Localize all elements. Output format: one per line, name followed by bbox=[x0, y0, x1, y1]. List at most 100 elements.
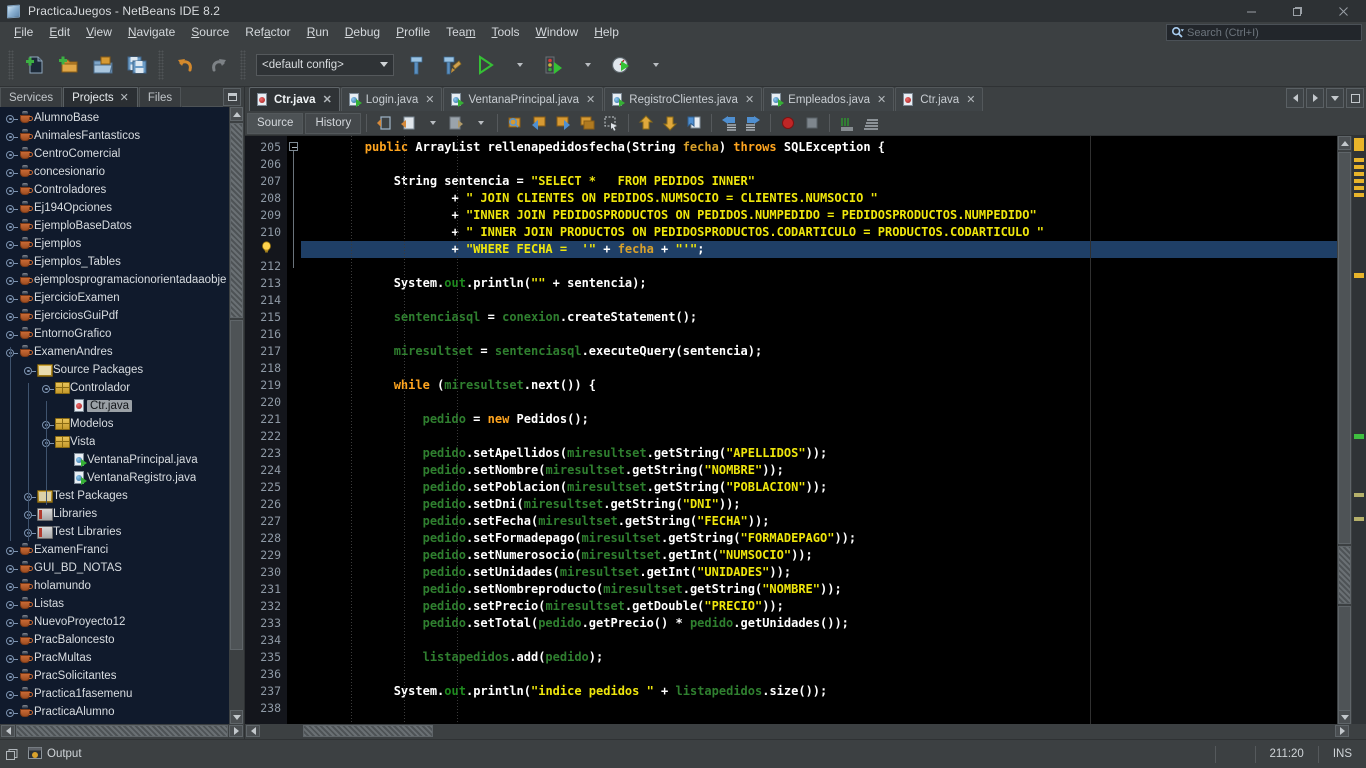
tree-item[interactable]: ejemplosprogramacionorientadaaobje bbox=[0, 271, 244, 289]
find-selection-button[interactable] bbox=[503, 112, 527, 134]
build-project-button[interactable] bbox=[400, 48, 434, 82]
search-input[interactable]: Search (Ctrl+I) bbox=[1187, 27, 1259, 39]
tree-expander-collapsed[interactable] bbox=[42, 419, 54, 430]
tree-item[interactable]: PracBaloncesto bbox=[0, 631, 244, 649]
tree-item[interactable]: Test Libraries bbox=[0, 523, 244, 541]
tree-expander-collapsed[interactable] bbox=[6, 653, 18, 664]
tree-item[interactable]: Modelos bbox=[0, 415, 244, 433]
debug-project-button[interactable] bbox=[536, 48, 570, 82]
tree-item[interactable]: AnimalesFantasticos bbox=[0, 127, 244, 145]
menu-file[interactable]: File bbox=[6, 23, 41, 42]
annotation-mark[interactable] bbox=[1354, 517, 1364, 521]
annotation-mark[interactable] bbox=[1354, 165, 1364, 169]
tree-expander-collapsed[interactable] bbox=[6, 563, 18, 574]
tree-expander-collapsed[interactable] bbox=[6, 581, 18, 592]
tree-expander-collapsed[interactable] bbox=[6, 293, 18, 304]
tree-item[interactable]: Listas bbox=[0, 595, 244, 613]
minimize-window-button[interactable] bbox=[223, 88, 241, 106]
tree-expander-collapsed[interactable] bbox=[6, 617, 18, 628]
menu-run[interactable]: Run bbox=[299, 23, 337, 42]
toggle-breakpoint-button[interactable] bbox=[776, 112, 800, 134]
menu-navigate[interactable]: Navigate bbox=[120, 23, 183, 42]
tree-horizontal-scrollbar[interactable] bbox=[0, 724, 244, 739]
close-icon[interactable]: ✕ bbox=[745, 93, 754, 106]
project-tree[interactable]: AlumnoBase AnimalesFantasticos CentroComer… bbox=[0, 107, 244, 724]
editor-horizontal-scrollbar[interactable] bbox=[245, 724, 1366, 739]
annotation-mark[interactable] bbox=[1354, 179, 1364, 183]
tree-item[interactable]: EntornoGrafico bbox=[0, 325, 244, 343]
annotation-mark[interactable] bbox=[1354, 193, 1364, 197]
project-configuration-select[interactable]: <default config> bbox=[256, 53, 394, 76]
tree-item[interactable]: Practica1fasemenu bbox=[0, 685, 244, 703]
tree-item[interactable]: VentanaPrincipal.java bbox=[0, 451, 244, 469]
tree-item[interactable]: Test Packages bbox=[0, 487, 244, 505]
menu-debug[interactable]: Debug bbox=[337, 23, 388, 42]
editor-vertical-scrollbar[interactable] bbox=[1337, 136, 1352, 728]
annotation-mark[interactable] bbox=[1354, 493, 1364, 497]
tree-expander-collapsed[interactable] bbox=[6, 113, 18, 124]
tree-item[interactable]: Controlador bbox=[0, 379, 244, 397]
tree-item[interactable]: Ejemplos_Tables bbox=[0, 253, 244, 271]
tree-expander-expanded[interactable] bbox=[42, 383, 54, 394]
close-icon[interactable]: ✕ bbox=[120, 91, 129, 104]
tree-item[interactable]: AlumnoBase bbox=[0, 109, 244, 127]
open-project-button[interactable] bbox=[86, 48, 120, 82]
tree-expander-collapsed[interactable] bbox=[6, 275, 18, 286]
annotation-mark[interactable] bbox=[1354, 273, 1364, 278]
find-previous-button[interactable] bbox=[527, 112, 551, 134]
tree-scroll-left-button[interactable] bbox=[1, 725, 15, 737]
save-all-button[interactable] bbox=[120, 48, 154, 82]
tree-hscroll-thumb[interactable] bbox=[16, 725, 228, 737]
tree-expander-collapsed[interactable] bbox=[6, 167, 18, 178]
tree-item[interactable]: VentanaRegistro.java bbox=[0, 469, 244, 487]
clean-build-button[interactable] bbox=[434, 48, 468, 82]
maximize-button[interactable] bbox=[1274, 0, 1320, 22]
code-folding-column[interactable] bbox=[287, 136, 301, 724]
shift-right-button[interactable] bbox=[741, 112, 765, 134]
comment-button[interactable] bbox=[859, 112, 883, 134]
tree-expander-expanded[interactable] bbox=[42, 437, 54, 448]
stop-button[interactable] bbox=[800, 112, 824, 134]
tree-item[interactable]: concesionario bbox=[0, 163, 244, 181]
previous-bookmark-button[interactable] bbox=[634, 112, 658, 134]
new-file-button[interactable] bbox=[18, 48, 52, 82]
scroll-tabs-left-button[interactable] bbox=[1286, 88, 1304, 108]
tree-expander-collapsed[interactable] bbox=[6, 635, 18, 646]
hint-bulb-icon[interactable] bbox=[260, 241, 273, 259]
annotation-mark[interactable] bbox=[1354, 186, 1364, 190]
menu-team[interactable]: Team bbox=[438, 23, 483, 42]
editor-scroll-track-upper[interactable] bbox=[1338, 152, 1351, 544]
editor-scroll-right-button[interactable] bbox=[1335, 725, 1349, 737]
tab-history[interactable]: History bbox=[305, 112, 362, 134]
restore-window-icon[interactable] bbox=[6, 748, 20, 761]
toolbar-grip-3[interactable] bbox=[240, 49, 246, 80]
toggle-rect-selection-button[interactable] bbox=[599, 112, 623, 134]
tree-expander-collapsed[interactable] bbox=[6, 545, 18, 556]
editor-scroll-down-button[interactable] bbox=[1338, 710, 1351, 724]
annotation-error-strip[interactable] bbox=[1352, 136, 1366, 724]
profile-dropdown-button[interactable] bbox=[638, 48, 672, 82]
tree-expander-expanded[interactable] bbox=[6, 347, 18, 358]
tree-expander-collapsed[interactable] bbox=[6, 689, 18, 700]
menu-help[interactable]: Help bbox=[586, 23, 627, 42]
code-text-area[interactable]: public ArrayList rellenapedidosfecha(Str… bbox=[301, 136, 1337, 724]
find-next-button[interactable] bbox=[551, 112, 575, 134]
annotation-mark[interactable] bbox=[1354, 138, 1364, 151]
tree-item[interactable]: EjerciciosGuiPdf bbox=[0, 307, 244, 325]
tree-item[interactable]: NuevoProyecto12 bbox=[0, 613, 244, 631]
annotation-mark[interactable] bbox=[1354, 434, 1364, 439]
annotation-mark[interactable] bbox=[1354, 158, 1364, 162]
tree-expander-collapsed[interactable] bbox=[6, 239, 18, 250]
editor-tab[interactable]: VentanaPrincipal.java ✕ bbox=[443, 87, 604, 111]
tree-scroll-right-button[interactable] bbox=[229, 725, 243, 737]
tree-item[interactable]: Vista bbox=[0, 433, 244, 451]
close-icon[interactable]: ✕ bbox=[966, 93, 975, 106]
tree-expander-collapsed[interactable] bbox=[6, 329, 18, 340]
run-dropdown-button[interactable] bbox=[502, 48, 536, 82]
tab-services[interactable]: Services bbox=[0, 87, 63, 107]
menu-window[interactable]: Window bbox=[528, 23, 587, 42]
toggle-highlight-button[interactable] bbox=[575, 112, 599, 134]
tab-files[interactable]: Files bbox=[138, 87, 182, 107]
tree-item[interactable]: Controladores bbox=[0, 181, 244, 199]
tab-projects[interactable]: Projects ✕ bbox=[63, 87, 138, 107]
